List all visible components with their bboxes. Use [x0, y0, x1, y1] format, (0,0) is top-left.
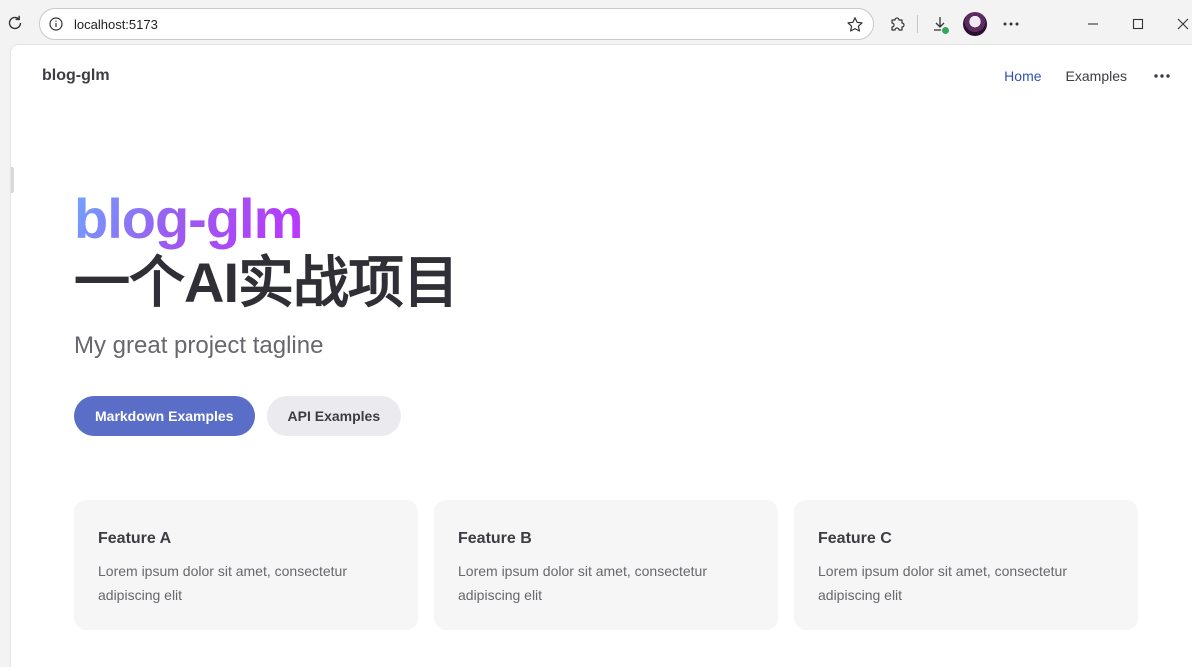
more-horizontal-icon[interactable]: [999, 12, 1023, 36]
feature-title: Feature C: [818, 530, 892, 547]
download-complete-badge: [941, 26, 950, 35]
url-text[interactable]: localhost:5173: [74, 17, 158, 32]
feature-details: Lorem ipsum dolor sit amet, consectetur …: [818, 563, 1067, 603]
hero-name: blog-glm: [74, 187, 303, 250]
feature-card-c: Feature C Lorem ipsum dolor sit amet, co…: [794, 500, 1138, 630]
browser-toolbar: localhost:5173: [0, 0, 1192, 46]
feature-details: Lorem ipsum dolor sit amet, consectetur …: [458, 563, 707, 603]
feature-details: Lorem ipsum dolor sit amet, consectetur …: [98, 563, 347, 603]
reload-icon[interactable]: [4, 12, 26, 34]
info-icon[interactable]: [48, 16, 64, 32]
maximize-icon[interactable]: [1126, 12, 1150, 36]
page-viewport: blog-glm Home Examples blog-glm 一个AI实战项目…: [10, 44, 1192, 667]
top-nav: blog-glm Home Examples: [11, 45, 1192, 109]
site-title[interactable]: blog-glm: [42, 67, 110, 85]
feature-card-b: Feature B Lorem ipsum dolor sit amet, co…: [434, 500, 778, 630]
more-horizontal-icon[interactable]: [1153, 67, 1171, 85]
feature-title: Feature B: [458, 530, 532, 547]
close-icon[interactable]: [1171, 12, 1192, 36]
feature-title: Feature A: [98, 530, 172, 547]
hero-text: 一个AI实战项目: [74, 251, 459, 314]
nav-link-examples[interactable]: Examples: [1066, 68, 1127, 84]
extensions-puzzle-icon[interactable]: [886, 12, 910, 36]
address-bar[interactable]: localhost:5173: [39, 8, 874, 40]
minimize-icon[interactable]: [1081, 12, 1105, 36]
avatar[interactable]: [963, 12, 987, 36]
markdown-examples-button[interactable]: Markdown Examples: [74, 396, 255, 436]
hero-actions: Markdown Examples API Examples: [74, 396, 402, 436]
api-examples-button[interactable]: API Examples: [266, 396, 402, 436]
nav-link-home[interactable]: Home: [1004, 68, 1041, 84]
hero-tagline: My great project tagline: [74, 332, 324, 359]
toolbar-divider: [917, 15, 918, 33]
feature-card-a: Feature A Lorem ipsum dolor sit amet, co…: [74, 500, 418, 630]
features: Feature A Lorem ipsum dolor sit amet, co…: [74, 500, 1138, 630]
sidebar-handle[interactable]: [11, 167, 14, 193]
bookmark-star-icon[interactable]: [845, 15, 865, 35]
nav-links: Home Examples: [980, 67, 1171, 85]
